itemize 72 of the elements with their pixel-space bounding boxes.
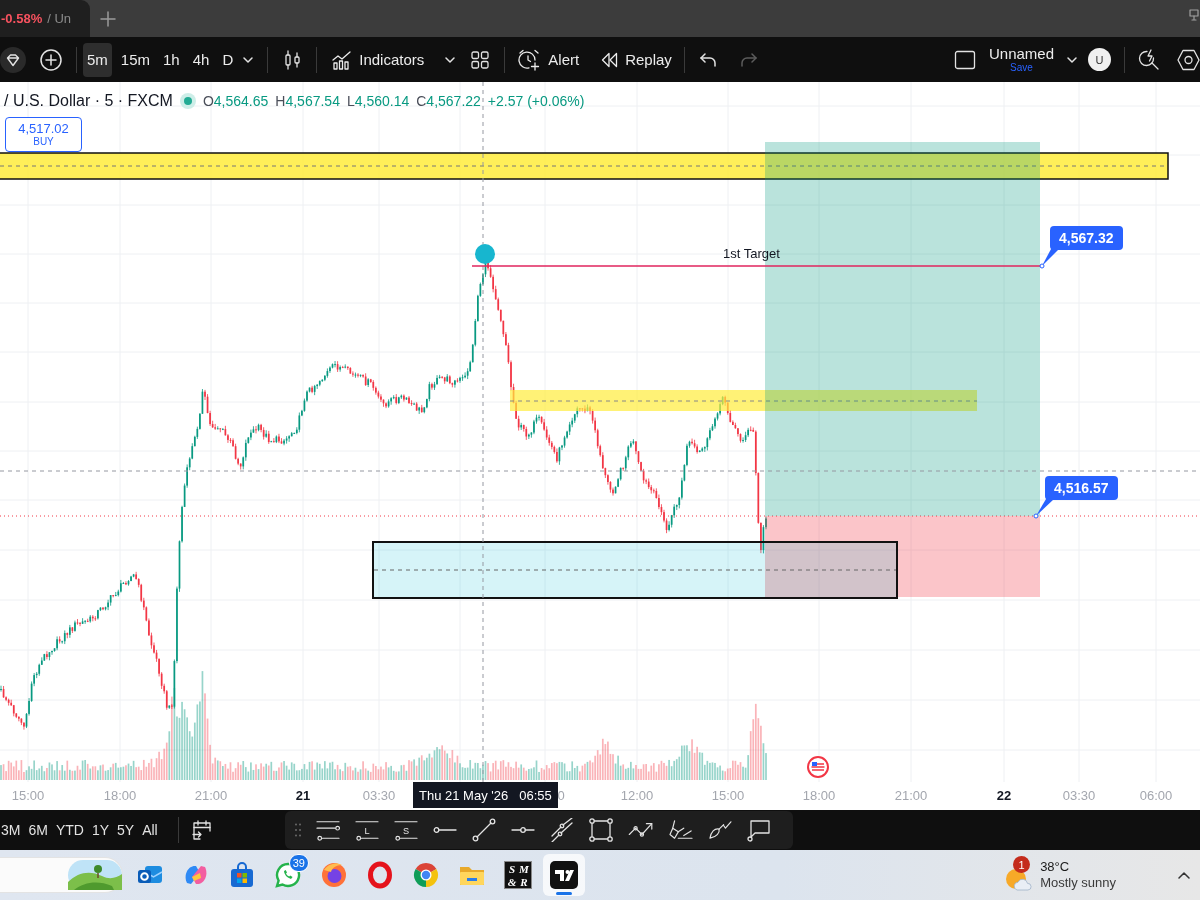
parallel-channel-icon[interactable] (549, 818, 574, 842)
alert-button[interactable]: Alert (518, 42, 580, 77)
crosshair-date: Thu 21 May '26 (419, 787, 509, 803)
crosshair-time: 06:55 (519, 787, 552, 803)
range-button[interactable]: 6M (27, 819, 49, 841)
calendar-arrow-icon[interactable] (190, 819, 213, 841)
time-label: 15:00 (11, 788, 45, 803)
interval-tab[interactable]: 15m (116, 42, 155, 77)
highlighter-icon[interactable] (668, 819, 693, 841)
browser-tab[interactable]: -0.58% / Un (0, 0, 90, 37)
undo-icon[interactable] (699, 52, 717, 67)
range-button[interactable]: 5Y (116, 819, 136, 841)
interval-tab[interactable]: 1h (159, 42, 184, 77)
quick-search-icon[interactable] (1138, 49, 1159, 70)
drag-handle-icon[interactable] (294, 823, 301, 837)
layout-grid-icon[interactable] (471, 50, 490, 69)
alarm-clock-plus-icon (518, 48, 541, 71)
time-label: 12:00 (620, 788, 654, 803)
time-label: 21:00 (194, 788, 228, 803)
brush-icon[interactable] (707, 820, 732, 840)
screen-icon[interactable] (1189, 9, 1199, 21)
horizontal-lines-icon[interactable] (315, 819, 340, 841)
rewind-icon (601, 51, 619, 68)
settings-icon[interactable] (1177, 48, 1200, 71)
indicators-button[interactable]: Indicators (332, 42, 425, 77)
chevron-up-icon[interactable] (1178, 871, 1190, 879)
interval-tab[interactable]: 4h (188, 42, 214, 77)
interval-tab[interactable]: 5m (83, 42, 112, 77)
avatar[interactable]: U (1088, 48, 1111, 71)
lettered-lines-tool[interactable]: S (393, 819, 418, 841)
time-label: 18:00 (103, 788, 137, 803)
layout-name[interactable]: Unnamed (988, 46, 1054, 61)
time-label: 03:30 (362, 788, 396, 803)
search-field[interactable] (0, 858, 122, 892)
range-button[interactable]: 3M (0, 819, 22, 841)
range-button[interactable]: YTD (54, 819, 85, 841)
plus-icon[interactable] (99, 9, 117, 28)
time-label: 06:00 (1139, 788, 1173, 803)
weather-condition: Mostly sunny (1040, 875, 1116, 891)
time-label: 0 (557, 788, 565, 803)
temperature: 38°C (1040, 859, 1071, 875)
store-bag-icon[interactable] (228, 861, 256, 889)
fox-icon[interactable] (320, 861, 348, 889)
lettered-lines-tool[interactable]: L (354, 819, 379, 841)
trend-line-icon[interactable] (471, 818, 496, 842)
replay-button[interactable]: Replay (601, 42, 672, 77)
horizontal-line-icon[interactable] (510, 825, 535, 835)
path-arrow-icon[interactable] (627, 821, 654, 839)
horizontal-ray-icon[interactable] (432, 825, 457, 835)
letter-logo[interactable]: S M & R (504, 861, 532, 889)
range-button[interactable]: All (141, 819, 159, 841)
time-label: 15:00 (711, 788, 745, 803)
notification-badge: 1 (1013, 856, 1031, 873)
notification-badge: 39 (288, 854, 309, 872)
time-label: 18:00 (802, 788, 836, 803)
add-icon[interactable] (40, 48, 62, 71)
time-label: 21:00 (894, 788, 928, 803)
time-label: 22 (996, 788, 1012, 803)
callout-icon[interactable] (746, 818, 771, 842)
square-icon[interactable] (953, 48, 976, 71)
rectangle-tool-icon[interactable] (588, 818, 613, 842)
save-link[interactable]: Save (1010, 63, 1033, 73)
landscape-icon (68, 860, 122, 890)
candles-icon[interactable] (284, 49, 303, 70)
ring-icon[interactable] (366, 861, 394, 889)
time-label: 03:30 (1062, 788, 1096, 803)
chart-logo-icon[interactable] (543, 854, 585, 896)
range-button[interactable]: 1Y (90, 819, 111, 841)
indicators-icon (332, 49, 353, 70)
interval-tab[interactable]: D (218, 42, 238, 77)
time-label: 21 (295, 788, 311, 803)
pinwheel-icon[interactable] (412, 861, 440, 889)
